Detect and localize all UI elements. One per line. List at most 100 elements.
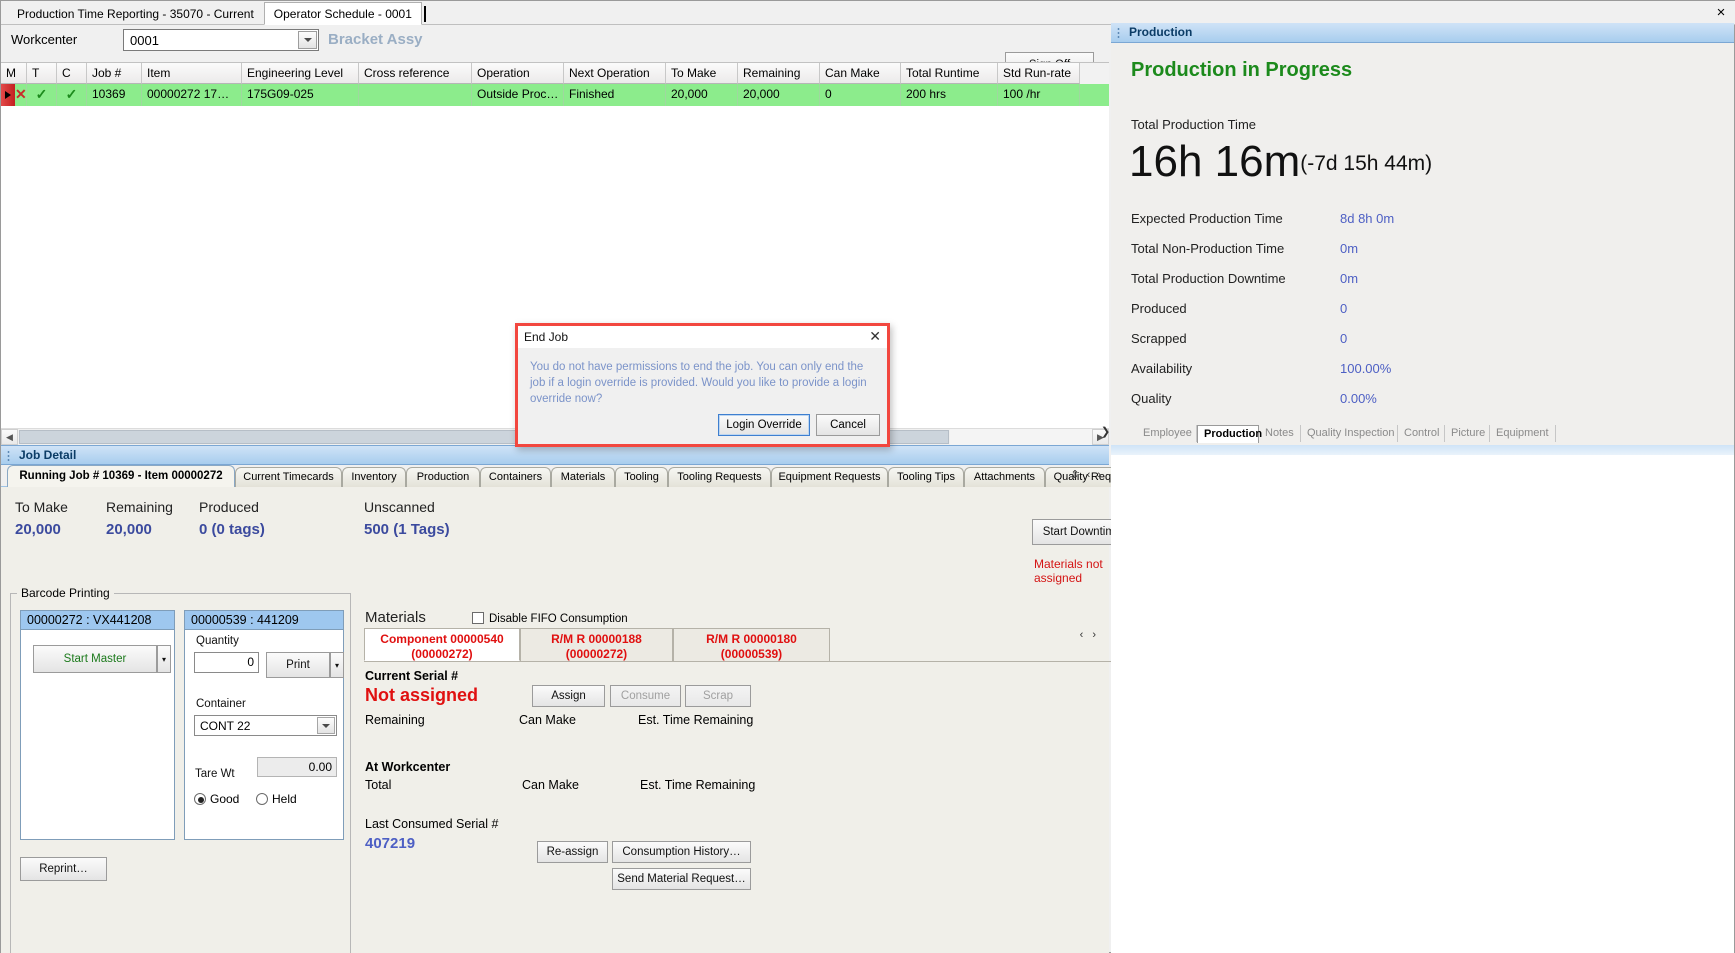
- grid-column-header[interactable]: Item: [142, 63, 242, 84]
- login-override-button[interactable]: Login Override: [718, 414, 810, 436]
- stat-label-remaining: Remaining: [106, 499, 173, 515]
- production-panel-tab[interactable]: Control: [1398, 425, 1445, 442]
- table-row[interactable]: ✕ ✓ ✓ 10369 00000272 17… 175G09-025 Outside Pr…: [1, 84, 1109, 106]
- job-detail-tab[interactable]: Tooling Tips: [888, 467, 964, 487]
- production-panel-content: [1111, 445, 1734, 953]
- grid-column-header[interactable]: To Make: [666, 63, 738, 84]
- table-cell-next_operation: Finished: [564, 84, 666, 106]
- job-detail-tab[interactable]: Containers: [480, 467, 551, 487]
- table-cell-cross_ref: [359, 84, 472, 106]
- materials-tab[interactable]: R/M R 00000188 (00000272): [520, 628, 673, 661]
- workcenter-select[interactable]: 0001: [123, 29, 319, 51]
- production-panel-tab[interactable]: Quality Inspection: [1301, 425, 1398, 442]
- production-metric-value: 8d 8h 0m: [1340, 211, 1395, 226]
- print-dropdown-icon[interactable]: ▾: [330, 652, 344, 678]
- production-metric-label: Produced: [1131, 301, 1187, 316]
- consumption-history-button[interactable]: Consumption History…: [612, 841, 751, 863]
- print-button[interactable]: Print: [266, 652, 330, 678]
- window-tabbar: Production Time Reporting - 35070 - Curr…: [1, 1, 1735, 25]
- job-detail-tab[interactable]: Production: [406, 467, 480, 487]
- grid-column-header[interactable]: T: [27, 63, 57, 84]
- job-detail-tab-nav[interactable]: ⇕ ‹ ›: [1070, 468, 1103, 481]
- production-panel-tab[interactable]: Equipment: [1490, 425, 1556, 442]
- end-job-dialog: End Job ✕ You do not have permissions to…: [515, 323, 890, 447]
- production-panel-tab[interactable]: Notes: [1259, 425, 1301, 442]
- workcenter-row: Workcenter 0001 Bracket Assy: [1, 25, 1109, 55]
- tare-weight-field: 0.00: [257, 757, 337, 777]
- grid-column-header[interactable]: Job #: [87, 63, 142, 84]
- job-detail-tab[interactable]: Attachments: [964, 467, 1045, 487]
- est-time-remaining-label-2: Est. Time Remaining: [640, 778, 756, 792]
- window-tab-operator-schedule[interactable]: Operator Schedule - 0001: [263, 2, 422, 25]
- grid-column-header[interactable]: Remaining: [738, 63, 820, 84]
- table-cell-total_runtime: 200 hrs: [901, 84, 998, 106]
- grid-column-header[interactable]: Total Runtime: [901, 63, 998, 84]
- start-master-dropdown-icon[interactable]: ▾: [157, 645, 171, 673]
- scroll-left-icon[interactable]: ◀: [1, 429, 18, 445]
- job-detail-tab[interactable]: Tooling Requests: [668, 467, 771, 487]
- job-detail-tab[interactable]: Equipment Requests: [771, 467, 888, 487]
- start-master-button[interactable]: Start Master: [33, 645, 157, 673]
- job-detail-tab[interactable]: Materials: [551, 467, 615, 487]
- materials-tab[interactable]: R/M R 00000180 (00000539): [673, 628, 830, 661]
- grid-column-header[interactable]: Operation: [472, 63, 564, 84]
- quantity-input[interactable]: 0: [194, 652, 259, 673]
- disable-fifo-checkbox[interactable]: Disable FIFO Consumption: [472, 612, 628, 625]
- est-time-remaining-label: Est. Time Remaining: [638, 713, 754, 727]
- production-metric-value: 0.00%: [1340, 391, 1377, 406]
- quantity-input-value: 0: [247, 655, 254, 669]
- total-production-time-value: 16h 16m(-7d 15h 44m): [1129, 137, 1432, 187]
- assign-button[interactable]: Assign: [532, 685, 605, 707]
- materials-tab[interactable]: Component 00000540 (00000272): [364, 628, 520, 661]
- scrollbar-track[interactable]: [950, 429, 1092, 445]
- grid-column-header[interactable]: Can Make: [820, 63, 901, 84]
- radio-held[interactable]: Held: [256, 792, 297, 806]
- grid-column-header[interactable]: M: [1, 63, 27, 84]
- job-detail-header: Job Detail: [1, 445, 1109, 465]
- cancel-button[interactable]: Cancel: [816, 414, 880, 436]
- row-selector-icon[interactable]: [1, 84, 15, 106]
- container-select[interactable]: CONT 22: [194, 715, 337, 736]
- grid-column-header[interactable]: C: [57, 63, 87, 84]
- radio-good[interactable]: Good: [194, 792, 239, 806]
- workcenter-label: Workcenter: [11, 32, 78, 47]
- send-material-request-button[interactable]: Send Material Request…: [612, 868, 751, 890]
- production-panel-tab[interactable]: Production: [1197, 425, 1262, 443]
- big-time-delta: (-7d 15h 44m): [1300, 152, 1433, 175]
- reprint-button[interactable]: Reprint…: [20, 857, 107, 881]
- drag-handle-icon[interactable]: [7, 450, 10, 462]
- job-detail-tab[interactable]: Inventory: [342, 467, 406, 487]
- close-icon[interactable]: ×: [1710, 3, 1732, 23]
- stat-label-to-make: To Make: [15, 499, 68, 515]
- grid-column-header[interactable]: Next Operation: [564, 63, 666, 84]
- job-detail-title: Job Detail: [19, 448, 77, 462]
- reassign-button[interactable]: Re-assign: [537, 841, 608, 863]
- job-detail-panel: Job Detail Quality InspectionsQuality In…: [1, 445, 1563, 953]
- total-label: Total: [365, 778, 392, 792]
- dialog-title: End Job: [524, 330, 569, 344]
- job-detail-tab[interactable]: Current Timecards: [235, 467, 342, 487]
- materials-tab-nav[interactable]: ‹ ›: [1080, 629, 1099, 641]
- chevron-down-icon[interactable]: [298, 31, 317, 49]
- production-panel-tab[interactable]: Employee: [1137, 425, 1197, 442]
- production-metric-label: Quality: [1131, 391, 1172, 406]
- dialog-message: You do not have permissions to end the j…: [530, 361, 867, 405]
- drag-handle-icon[interactable]: [1117, 27, 1120, 39]
- production-metric-label: Total Non-Production Time: [1131, 241, 1285, 256]
- close-icon[interactable]: ✕: [869, 328, 881, 345]
- tab-expand-icon[interactable]: ❯: [1101, 425, 1110, 438]
- workcenter-name: Bracket Assy: [328, 31, 423, 48]
- grid-column-header[interactable]: Engineering Level: [242, 63, 359, 84]
- window-tab-production-time-reporting[interactable]: Production Time Reporting - 35070 - Curr…: [7, 3, 264, 25]
- job-detail-tab[interactable]: Running Job # 10369 - Item 00000272: [7, 465, 235, 487]
- barcode-card-left-header: 00000272 : VX441208: [21, 611, 174, 630]
- production-metric-label: Scrapped: [1131, 331, 1187, 346]
- materials-title: Materials: [365, 609, 426, 626]
- grid-column-header[interactable]: Cross reference: [359, 63, 472, 84]
- checkbox-box: [472, 612, 484, 624]
- job-detail-tab[interactable]: Tooling: [615, 467, 668, 487]
- grid-column-header[interactable]: Std Run-rate: [998, 63, 1080, 84]
- chevron-down-icon[interactable]: [317, 717, 335, 734]
- production-panel-tab[interactable]: Picture: [1445, 425, 1490, 442]
- container-select-value: CONT 22: [200, 719, 251, 733]
